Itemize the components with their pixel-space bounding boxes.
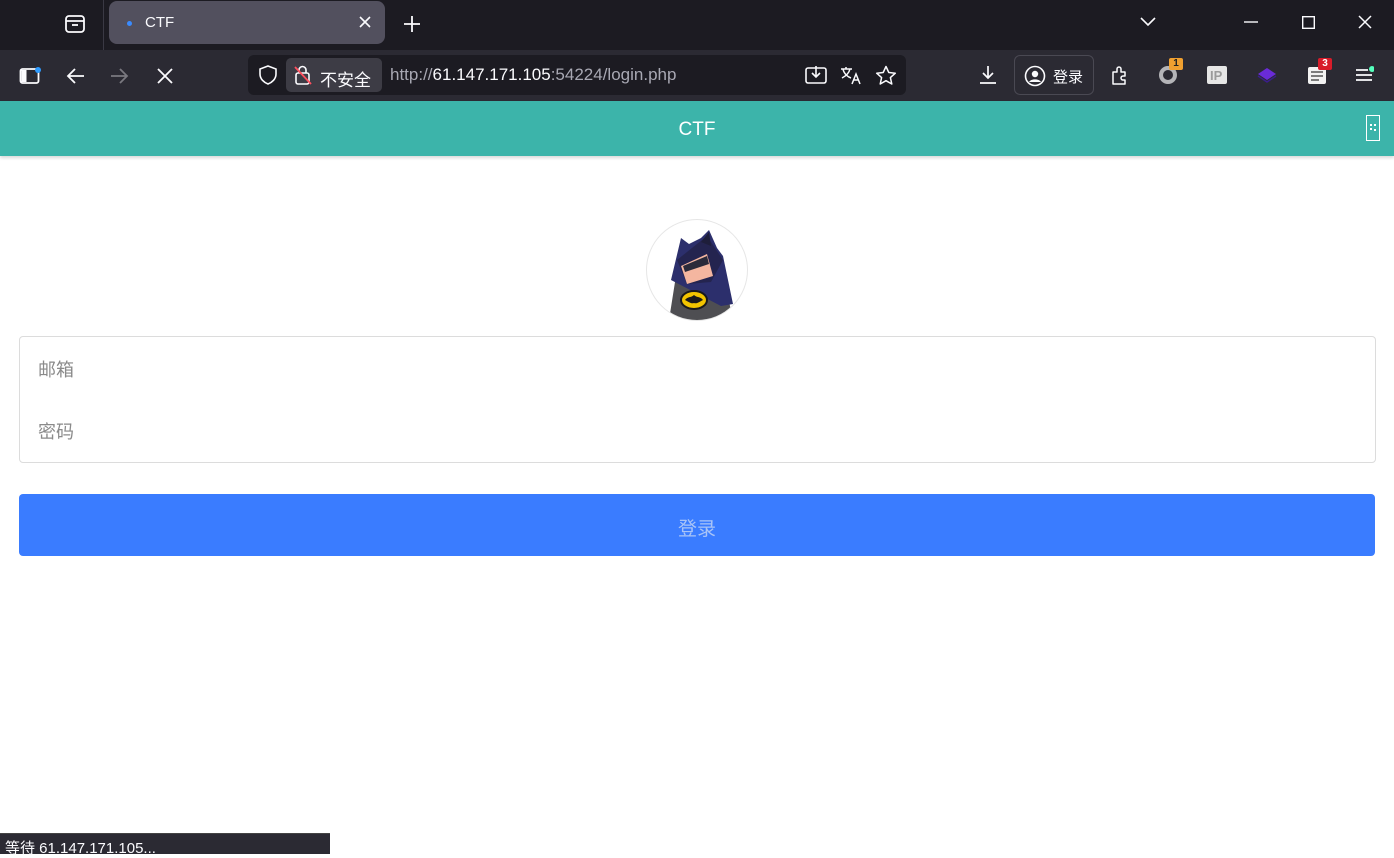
forward-icon[interactable] xyxy=(106,62,134,90)
tab-ctf[interactable]: CTF xyxy=(109,1,385,44)
extension-ring-icon[interactable]: 1 xyxy=(1156,58,1183,87)
chevron-down-icon[interactable] xyxy=(1133,10,1163,34)
tab-list-icon[interactable] xyxy=(58,9,92,39)
account-button[interactable]: 登录 xyxy=(1014,55,1094,95)
extension-badge-1: 1 xyxy=(1169,58,1183,70)
url-scheme: http:// xyxy=(390,65,433,84)
browser-titlebar: CTF xyxy=(0,0,1394,50)
minimize-icon[interactable] xyxy=(1236,10,1266,34)
downloads-icon[interactable] xyxy=(976,63,1000,87)
shield-icon[interactable] xyxy=(256,63,280,87)
batman-avatar xyxy=(646,219,748,321)
extension-badge-3: 3 xyxy=(1318,58,1332,70)
tab-close-icon[interactable] xyxy=(355,12,375,32)
address-bar[interactable]: 不安全 http://61.147.171.105:54224/login.ph… xyxy=(248,55,906,95)
insecure-label: 不安全 xyxy=(320,71,371,90)
email-field[interactable] xyxy=(20,339,1375,401)
maximize-icon[interactable] xyxy=(1293,10,1323,34)
url-host: 61.147.171.105 xyxy=(432,65,551,84)
back-icon[interactable] xyxy=(61,62,89,90)
new-tab-icon[interactable] xyxy=(399,11,425,37)
close-window-icon[interactable] xyxy=(1350,10,1380,34)
menu-icon[interactable] xyxy=(1352,63,1376,87)
stop-icon[interactable] xyxy=(151,62,179,90)
insecure-lock-icon xyxy=(292,64,314,91)
tab-title: CTF xyxy=(145,14,175,31)
svg-text:IP: IP xyxy=(1210,68,1223,83)
bookmark-star-icon[interactable] xyxy=(874,63,898,87)
url-path: :54224/login.php xyxy=(550,65,677,84)
status-text: 等待 61.147.171.105... xyxy=(5,840,156,857)
tab-separator xyxy=(103,0,104,50)
translate-icon[interactable] xyxy=(839,63,863,87)
notes-extension-icon[interactable]: 3 xyxy=(1305,58,1332,87)
login-button-label: 登录 xyxy=(677,519,716,540)
app-title: CTF xyxy=(678,119,716,140)
account-icon xyxy=(1024,65,1046,92)
tab-loading-icon xyxy=(127,21,132,26)
layers-extension-icon[interactable] xyxy=(1255,63,1279,87)
sidebar-icon[interactable] xyxy=(16,62,44,90)
save-page-icon[interactable] xyxy=(804,63,828,87)
login-form xyxy=(19,336,1376,463)
browser-toolbar: 不安全 http://61.147.171.105:54224/login.ph… xyxy=(0,50,1394,101)
app-header: CTF xyxy=(0,101,1394,156)
insecure-indicator[interactable]: 不安全 xyxy=(286,58,382,92)
status-bar: 等待 61.147.171.105... xyxy=(0,833,330,857)
ip-extension-icon[interactable]: IP xyxy=(1205,63,1229,87)
qr-code-icon[interactable] xyxy=(1366,115,1380,141)
password-field[interactable] xyxy=(20,401,1375,463)
extensions-puzzle-icon[interactable] xyxy=(1108,63,1132,87)
account-label: 登录 xyxy=(1053,69,1084,86)
login-button[interactable]: 登录 xyxy=(19,494,1375,556)
url-text[interactable]: http://61.147.171.105:54224/login.php xyxy=(390,65,676,85)
